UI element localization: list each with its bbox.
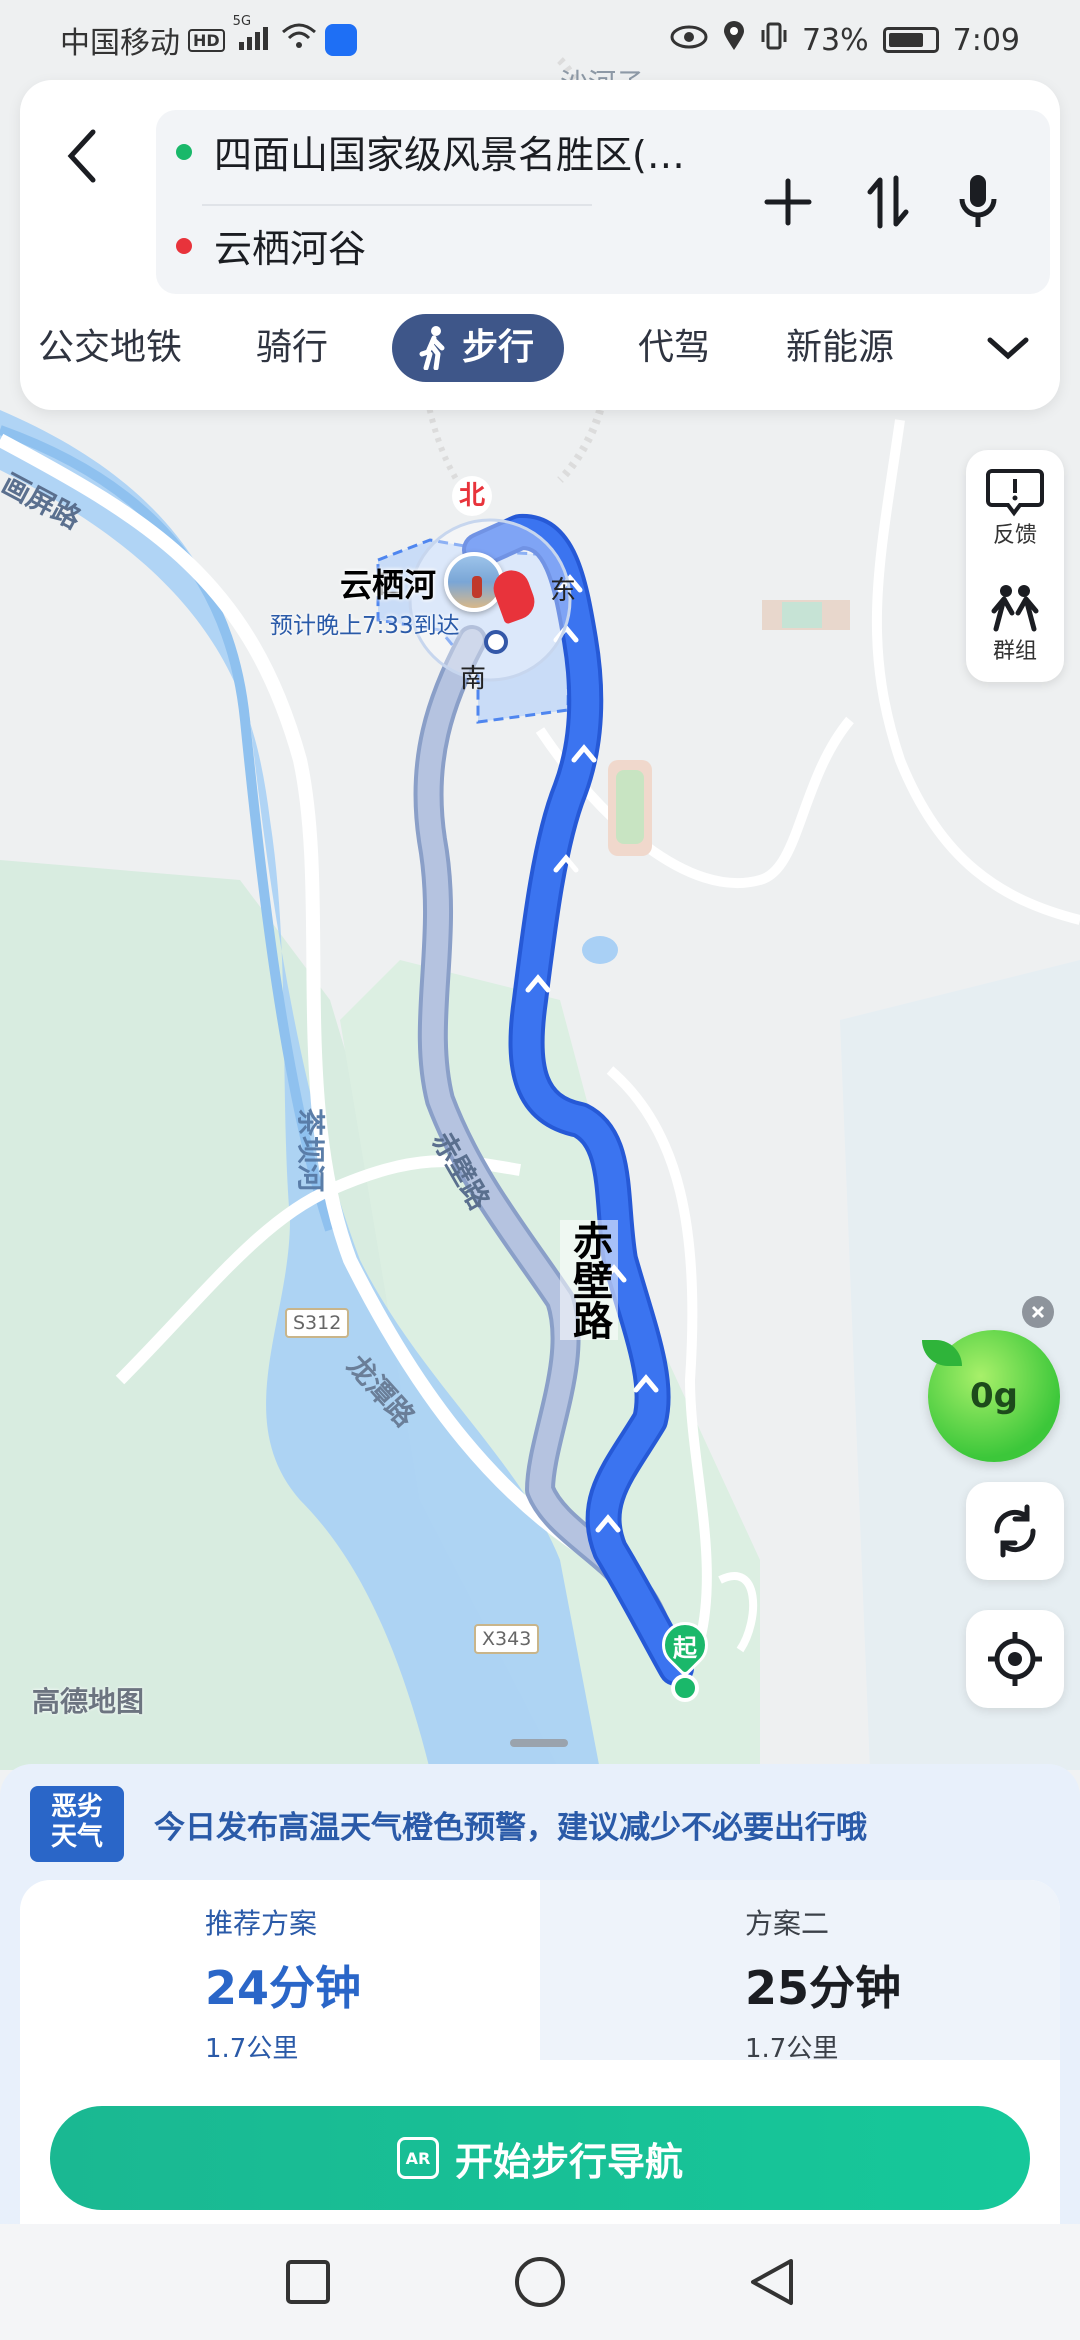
tab-cycling[interactable]: 骑行 (256, 308, 328, 388)
start-navigation-label: 开始步行导航 (454, 2139, 683, 2184)
crosshair-icon (988, 1632, 1042, 1686)
feedback-label: 反馈 (992, 523, 1037, 548)
tab-walking[interactable]: 步行 (392, 314, 565, 382)
route-search-card: 四面山国家级风景名胜区(… 云栖河谷 公交地铁 骑行 步行 代驾 新能源 (20, 80, 1060, 410)
voice-input-button[interactable] (946, 170, 1010, 234)
network-type: 5G (232, 14, 252, 29)
system-nav-bar (0, 2224, 1080, 2340)
plan-distance: 1.7公里 (205, 2034, 299, 2064)
avatar-figure-icon (472, 576, 482, 598)
weather-alert-text: 今日发布高温天气橙色预警，建议减少不必要出行哦 (154, 1809, 867, 1846)
group-button[interactable]: 群组 (966, 566, 1064, 682)
eta-label: 预计晚上7:33到达 (270, 613, 460, 639)
close-icon (1031, 1305, 1045, 1319)
plan-options: 推荐方案 24分钟 1.7公里 方案二 25分钟 1.7公里 AR 开始步行导航 (20, 1880, 1060, 2230)
refresh-icon (994, 1504, 1036, 1558)
plus-icon (764, 178, 812, 226)
hd-badge: HD (188, 28, 225, 52)
expand-modes-button[interactable] (984, 328, 1032, 368)
battery-icon (882, 27, 939, 53)
group-label: 群组 (992, 639, 1037, 664)
tab-chauffeur[interactable]: 代驾 (638, 308, 710, 388)
compass-north: 北 (452, 476, 492, 516)
group-icon (991, 585, 1039, 632)
vibrate-icon (760, 21, 788, 59)
plan-duration: 24分钟 (205, 1961, 362, 2015)
origin-row[interactable]: 四面山国家级风景名胜区(… (176, 124, 685, 179)
destination-dot-icon (176, 237, 192, 254)
road-shield-x343: X343 (474, 1624, 540, 1654)
square-icon (286, 2260, 330, 2304)
weather-badge-line2: 天气 (50, 1822, 103, 1852)
carbon-close-button[interactable] (1022, 1296, 1054, 1328)
origin-field[interactable]: 四面山国家级风景名胜区(… (214, 124, 685, 179)
destination-field[interactable]: 云栖河谷 (214, 218, 366, 273)
triangle-back-icon (751, 2259, 793, 2305)
weather-badge-line1: 恶劣 (50, 1792, 103, 1822)
eye-icon (670, 23, 708, 58)
start-walking-navigation-button[interactable]: AR 开始步行导航 (50, 2106, 1030, 2210)
clock: 7:09 (952, 22, 1020, 58)
route-plan-panel: 恶劣 天气 今日发布高温天气橙色预警，建议减少不必要出行哦 推荐方案 24分钟 … (0, 1764, 1080, 2230)
tab-new-energy[interactable]: 新能源 (786, 308, 894, 388)
road-label-chibi-main: 赤壁路 (560, 1220, 618, 1340)
plan-duration: 25分钟 (745, 1961, 902, 2015)
recents-button[interactable] (278, 2252, 338, 2312)
panel-drag-handle[interactable] (510, 1739, 568, 1747)
microphone-icon (959, 175, 997, 227)
start-marker-label: 起 (673, 1634, 697, 1662)
walking-icon (419, 326, 445, 370)
back-button[interactable] (48, 118, 118, 194)
compass-south: 南 (460, 664, 487, 694)
swap-icon (867, 175, 909, 229)
plan-title: 方案二 (745, 1907, 830, 1940)
location-icon (722, 20, 746, 60)
ar-icon: AR (396, 2137, 439, 2179)
destination-row[interactable]: 云栖河谷 (176, 218, 366, 273)
feedback-button[interactable]: 反馈 (966, 450, 1064, 566)
swap-route-button[interactable] (856, 170, 920, 234)
refresh-route-button[interactable] (966, 1482, 1064, 1580)
origin-destination-divider (202, 204, 592, 206)
circle-icon (515, 2257, 565, 2307)
carrier-name: 中国移动 (60, 26, 180, 61)
road-shield-s312: S312 (285, 1308, 350, 1338)
tab-walking-label: 步行 (462, 327, 535, 368)
map-tools-panel: 反馈 群组 (966, 450, 1064, 682)
signal-icon: 5G (233, 14, 273, 56)
chevron-down-icon (987, 337, 1029, 360)
feedback-icon (986, 469, 1044, 517)
plan-title: 推荐方案 (205, 1907, 318, 1940)
wifi-icon (281, 22, 317, 58)
locate-me-button[interactable] (966, 1610, 1064, 1708)
back-nav-button[interactable] (742, 2252, 802, 2312)
route-input-box: 四面山国家级风景名胜区(… 云栖河谷 (156, 110, 1050, 294)
tab-transit[interactable]: 公交地铁 (38, 308, 182, 388)
weather-alert-banner[interactable]: 恶劣 天气 今日发布高温天气橙色预警，建议减少不必要出行哦 (30, 1784, 1050, 1864)
compass-east: 东 (550, 576, 577, 606)
home-button[interactable] (510, 2252, 570, 2312)
add-waypoint-button[interactable] (756, 170, 820, 234)
origin-dot-icon (176, 143, 192, 160)
map-watermark: 高德地图 (32, 1685, 145, 1718)
carbon-saving-bubble[interactable]: 0g (922, 1330, 1060, 1462)
chevron-left-icon (67, 129, 96, 183)
battery-percent: 73% (801, 22, 869, 58)
road-label-chabahe: 茶坝河 (294, 1107, 328, 1193)
app-notification-icon (324, 24, 357, 56)
destination-name-label: 云栖河 (340, 566, 437, 604)
plan-two[interactable]: 方案二 25分钟 1.7公里 (540, 1880, 1060, 2064)
travel-mode-tabs: 公交地铁 骑行 步行 代驾 新能源 (20, 308, 1060, 388)
carbon-value: 0g (970, 1376, 1018, 1416)
status-bar: 中国移动 HD 5G 73% 7:09 (0, 0, 1080, 80)
severe-weather-badge: 恶劣 天气 (30, 1786, 124, 1862)
plan-recommended[interactable]: 推荐方案 24分钟 1.7公里 (20, 1880, 540, 2064)
plan-distance: 1.7公里 (745, 2034, 839, 2064)
